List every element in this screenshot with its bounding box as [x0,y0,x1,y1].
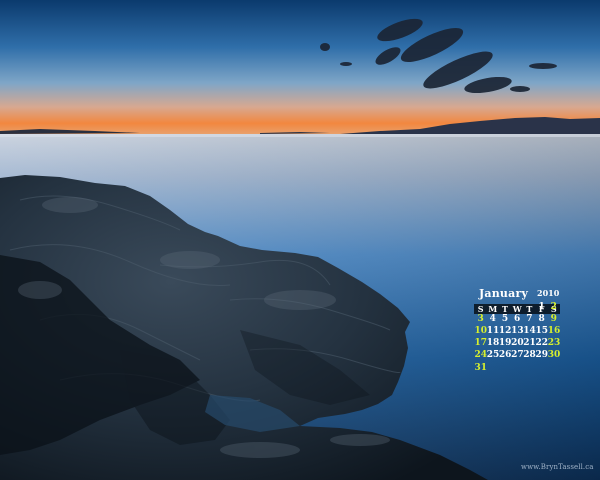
calendar-day: 2 [550,302,557,312]
calendar-days-grid: 1 2 3 4 5 6 7 8 9 10 11 12 13 14 15 16 17 18 19 20 21 22 23 24 2… [474,302,561,387]
calendar-day: 14 [523,326,536,337]
calendar-day: 24 [474,350,488,361]
calendar-day: 29 [535,350,549,361]
calendar-day: 16 [547,326,561,337]
calendar-day: 3 [477,314,484,325]
calendar-day: 20 [511,338,524,349]
calendar-day: 8 [538,314,545,325]
calendar-day: 6 [514,314,521,325]
calendar-day: 18 [486,338,500,349]
calendar-day: 22 [535,338,549,349]
calendar-day: 17 [474,338,488,349]
calendar-day: 25 [486,350,500,361]
calendar-day: 21 [523,338,536,349]
calendar-year: 2010 [537,288,560,298]
calendar-day: 13 [511,326,524,337]
calendar-day: 23 [547,338,561,349]
calendar-day: 1 [538,302,545,312]
photographer-watermark: www.BrynTassell.ca [521,463,594,471]
calendar-day: 10 [474,326,488,337]
calendar-day: 12 [498,326,512,337]
calendar-month: January [479,287,529,300]
calendar-day: 31 [474,362,488,373]
calendar-day: 4 [489,314,496,325]
seascape-photo [0,0,600,480]
wallpaper-scene: January 2010 S M T W T F S 1 2 3 4 5 6 7 8 9 10 11… [0,0,600,480]
calendar-day: 5 [501,314,509,325]
calendar-day: 19 [498,338,512,349]
calendar-day: 30 [547,350,561,361]
calendar-day: 9 [550,314,557,325]
calendar-day: 27 [511,350,524,361]
calendar-day: 26 [498,350,512,361]
calendar-day: 15 [535,326,549,337]
calendar-day: 7 [526,314,533,325]
calendar-day: 28 [523,350,536,361]
calendar-day: 11 [486,326,500,337]
